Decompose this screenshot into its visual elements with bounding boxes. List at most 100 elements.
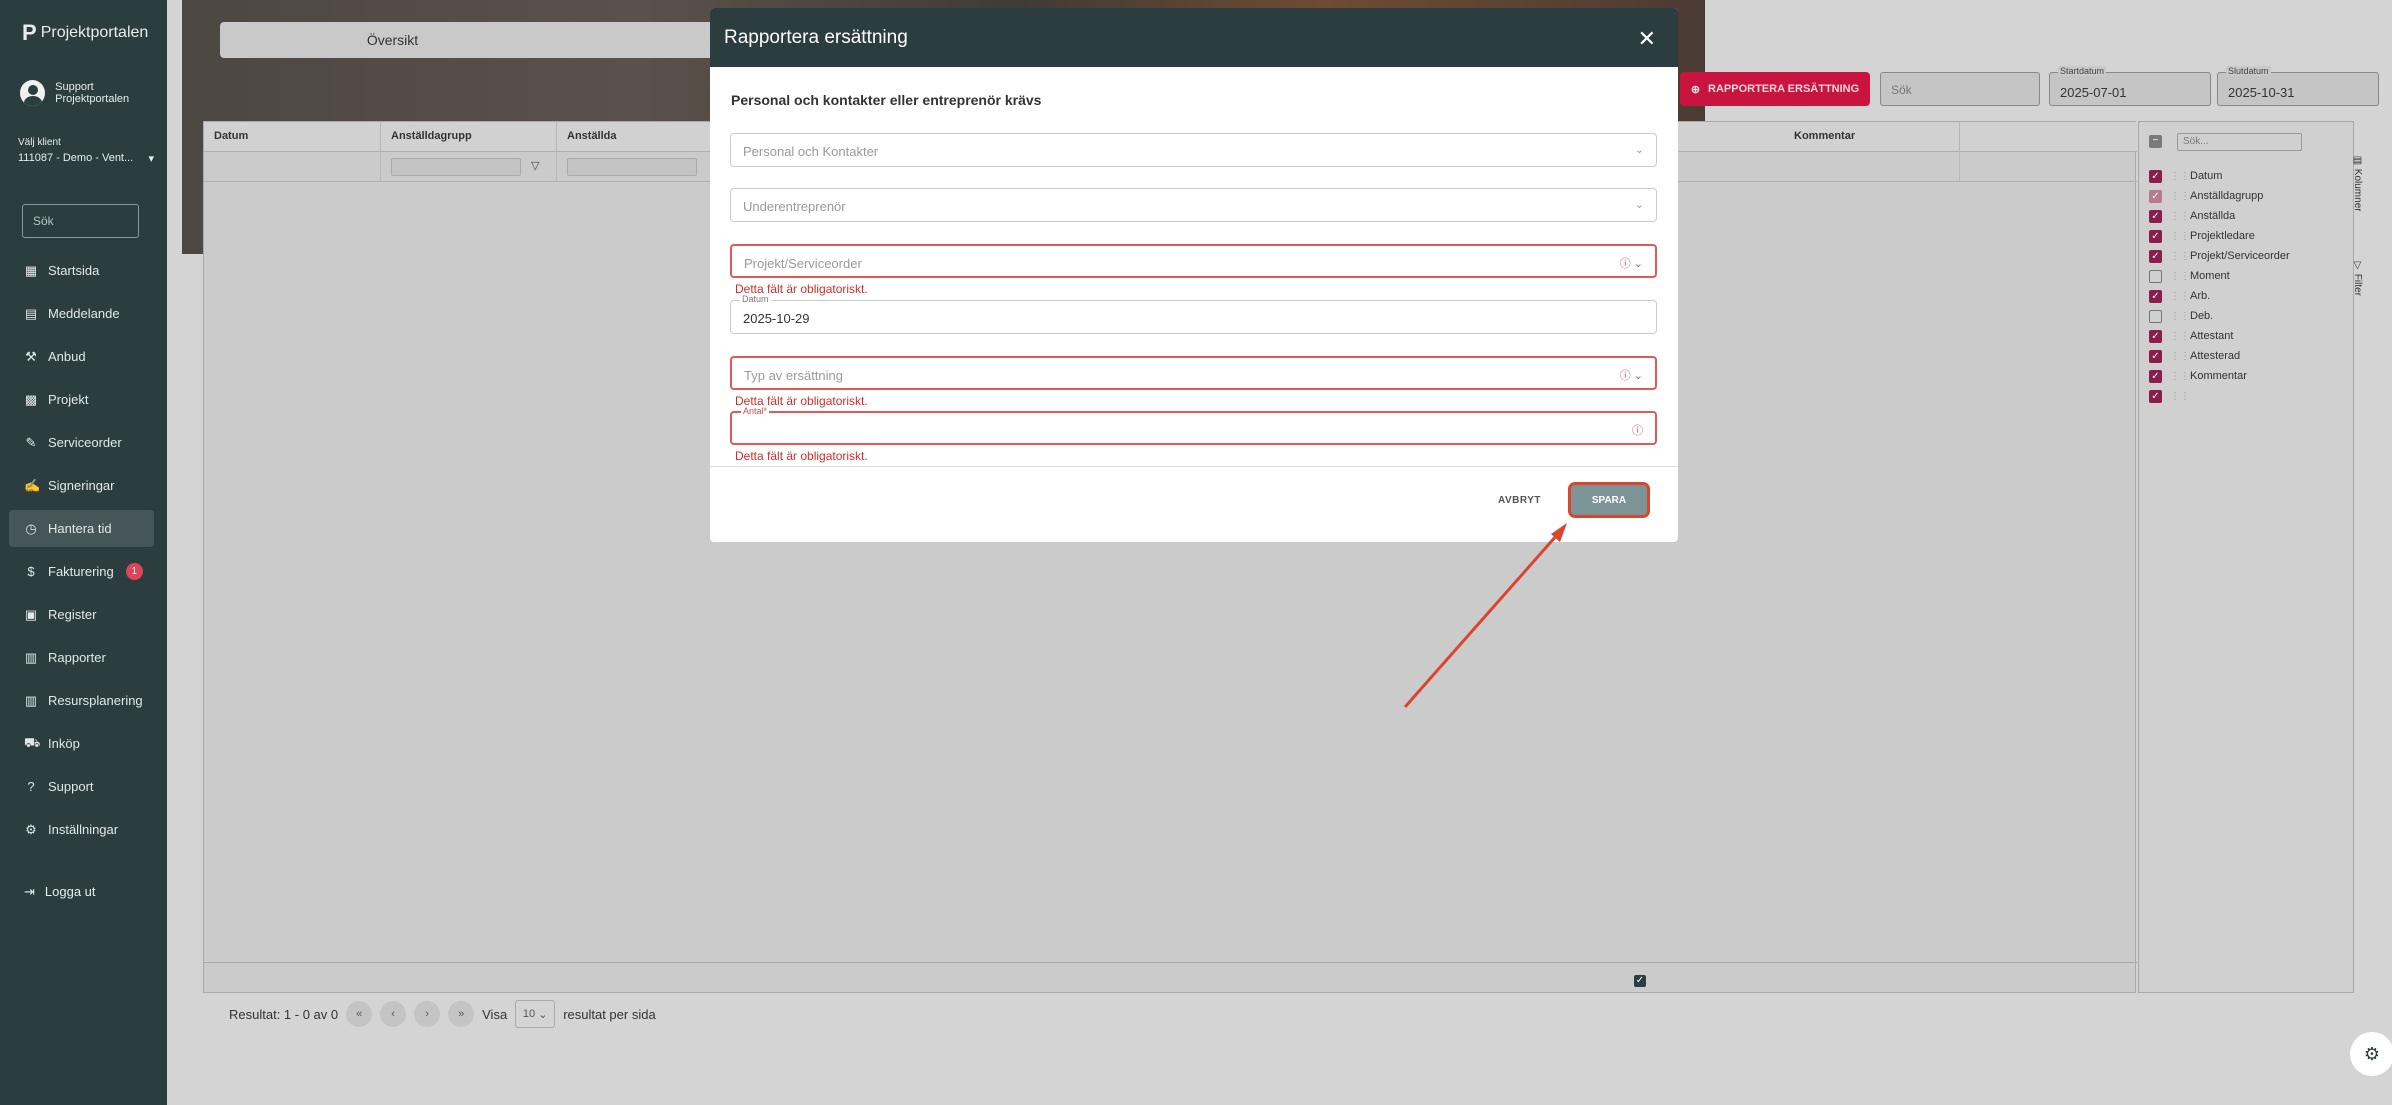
sidebar-item-anbud[interactable]: ⚒ Anbud	[9, 338, 154, 375]
checkbox[interactable]	[2149, 309, 2162, 323]
filter-icon: ▽	[2352, 260, 2363, 274]
column-toggle[interactable]: ✓ ⋮⋮ Attestant	[2149, 327, 2233, 345]
filter-icon[interactable]: ▽	[531, 159, 539, 172]
project-select[interactable]: Projekt/Serviceorder ⓘ ⌄	[730, 244, 1657, 278]
drag-handle-icon[interactable]: ⋮⋮	[2170, 271, 2190, 282]
amount-error: Detta fält är obligatoriskt.	[735, 449, 868, 463]
start-date-field[interactable]: Startdatum 2025-07-01	[2049, 66, 2211, 106]
column-toggle[interactable]: ⋮⋮ Moment	[2149, 267, 2230, 285]
column-toggle[interactable]: ⋮⋮ Deb.	[2149, 307, 2213, 325]
search-input[interactable]: Sök	[1880, 72, 2040, 106]
column-header-anstallda[interactable]: Anställda	[557, 122, 717, 151]
column-toggle[interactable]: ✓ ⋮⋮ Arb.	[2149, 287, 2210, 305]
drag-handle-icon[interactable]: ⋮⋮	[2170, 231, 2190, 242]
column-header-datum[interactable]: Datum	[204, 122, 381, 151]
first-page-icon[interactable]: «	[346, 1001, 373, 1027]
sidebar-item-installningar[interactable]: ⚙ Inställningar	[9, 811, 154, 848]
checkbox[interactable]: ✓	[2149, 229, 2162, 243]
save-button[interactable]: SPARA	[1568, 482, 1650, 518]
sidebar-item-serviceorder[interactable]: ✎ Serviceorder	[9, 424, 154, 461]
select-all-checkbox[interactable]: −	[2149, 135, 2162, 148]
client-select[interactable]: 111087 - Demo - Vent... ▾	[18, 152, 154, 165]
cart-icon: ⛟	[24, 734, 41, 750]
column-toggle[interactable]: ✓ ⋮⋮ Attesterad	[2149, 347, 2240, 365]
drag-handle-icon[interactable]: ⋮⋮	[2170, 251, 2190, 262]
column-toggle[interactable]: ✓ ⋮⋮ Projekt/Serviceorder	[2149, 247, 2290, 265]
logout-button[interactable]: ⇥ Logga ut	[24, 884, 96, 900]
drag-handle-icon[interactable]: ⋮⋮	[2170, 171, 2190, 182]
sidebar-item-inkop[interactable]: ⛟ Inköp	[9, 725, 154, 762]
logout-icon: ⇥	[24, 884, 35, 899]
subcontractor-select[interactable]: Underentreprenör ⌄	[730, 188, 1657, 222]
sidebar-item-projekt[interactable]: ▩ Projekt	[9, 381, 154, 418]
tab-columns[interactable]: ▤ Kolumner	[2352, 155, 2363, 212]
sidebar-item-hantera-tid[interactable]: ◷ Hantera tid	[9, 510, 154, 547]
checkbox[interactable]: ✓	[2149, 189, 2162, 203]
sidebar-item-support[interactable]: ? Support	[9, 768, 154, 805]
drag-handle-icon[interactable]: ⋮⋮	[2170, 211, 2190, 222]
checkbox[interactable]: ✓	[2149, 249, 2162, 263]
column-toggle[interactable]: ✓ ⋮⋮ Kommentar	[2149, 367, 2247, 385]
sidebar-item-rapporter[interactable]: ▥ Rapporter	[9, 639, 154, 676]
column-header-kommentar[interactable]: Kommentar	[1784, 122, 1960, 151]
date-field[interactable]: Datum 2025-10-29	[730, 294, 1657, 334]
report-compensation-button[interactable]: ⊕ RAPPORTERA ERSÄTTNING	[1680, 72, 1870, 106]
sidebar-item-resursplanering[interactable]: ▥ Resursplanering	[9, 682, 154, 719]
prev-page-icon[interactable]: ‹	[380, 1001, 407, 1027]
sidebar-item-register[interactable]: ▣ Register	[9, 596, 154, 633]
per-page-select[interactable]: 10 ⌄	[515, 1000, 556, 1028]
checkbox[interactable]: ✓	[2149, 329, 2162, 343]
drag-handle-icon[interactable]: ⋮⋮	[2170, 291, 2190, 302]
cancel-button[interactable]: AVBRYT	[1498, 495, 1541, 506]
column-toggle[interactable]: ✓ ⋮⋮	[2149, 387, 2190, 405]
drag-handle-icon[interactable]: ⋮⋮	[2170, 351, 2190, 362]
sidebar-search-input[interactable]: Sök	[22, 204, 139, 238]
checkbox[interactable]: ✓	[2149, 169, 2162, 183]
next-page-icon[interactable]: ›	[414, 1001, 441, 1027]
sidebar-item-label: Register	[48, 607, 97, 622]
logout-label: Logga ut	[44, 884, 96, 899]
checkbox[interactable]: ✓	[2149, 289, 2162, 303]
app-logo[interactable]: P Projektportalen	[22, 20, 148, 46]
sidebar-item-label: Meddelande	[48, 306, 120, 321]
personal-select[interactable]: Personal och Kontakter ⌄	[730, 133, 1657, 167]
sidebar-item-fakturering[interactable]: $ Fakturering 1	[9, 553, 154, 590]
end-date-field[interactable]: Slutdatum 2025-10-31	[2217, 66, 2379, 106]
checkbox[interactable]	[2149, 269, 2162, 283]
user-profile[interactable]: Support Projektportalen	[20, 80, 167, 106]
column-toggle[interactable]: ✓ ⋮⋮ Anställdagrupp	[2149, 187, 2263, 205]
wrench-icon: ✎	[25, 434, 37, 450]
calendar-icon: ▥	[24, 649, 38, 665]
per-page-value: 10	[522, 1008, 536, 1020]
last-page-icon[interactable]: »	[448, 1001, 475, 1027]
checkbox[interactable]: ✓	[2149, 389, 2162, 403]
date-value: 2025-10-29	[743, 311, 810, 326]
drag-handle-icon[interactable]: ⋮⋮	[2170, 191, 2190, 202]
column-search-input[interactable]: Sök...	[2177, 133, 2302, 151]
checkbox[interactable]: ✓	[1634, 975, 1646, 987]
sidebar-item-startsida[interactable]: ▦ Startsida	[9, 252, 154, 289]
amount-field[interactable]: Antal* ⓘ	[730, 406, 1657, 445]
column-toggle-label: Moment	[2190, 270, 2230, 282]
tab-filter[interactable]: ▽ Filter	[2352, 260, 2363, 296]
checkbox[interactable]: ✓	[2149, 349, 2162, 363]
drag-handle-icon[interactable]: ⋮⋮	[2170, 311, 2190, 322]
drag-handle-icon[interactable]: ⋮⋮	[2170, 391, 2190, 402]
filter-input[interactable]	[567, 158, 697, 176]
drag-handle-icon[interactable]: ⋮⋮	[2170, 331, 2190, 342]
checkbox[interactable]: ✓	[2149, 369, 2162, 383]
tab-oversikt[interactable]: Översikt	[220, 22, 565, 58]
compensation-type-select[interactable]: Typ av ersättning ⓘ ⌄	[730, 356, 1657, 390]
settings-fab[interactable]: ⚙	[2350, 1032, 2392, 1076]
column-header-anstalldagrupp[interactable]: Anställdagrupp	[381, 122, 557, 151]
close-icon[interactable]: ✕	[1638, 26, 1656, 52]
checkbox[interactable]: ✓	[2149, 209, 2162, 223]
column-toggle-label: Attesterad	[2190, 350, 2241, 362]
column-toggle[interactable]: ✓ ⋮⋮ Projektledare	[2149, 227, 2255, 245]
column-toggle[interactable]: ✓ ⋮⋮ Anställda	[2149, 207, 2235, 225]
drag-handle-icon[interactable]: ⋮⋮	[2170, 371, 2190, 382]
sidebar-item-meddelande[interactable]: ▤ Meddelande	[9, 295, 154, 332]
column-toggle[interactable]: ✓ ⋮⋮ Datum	[2149, 167, 2222, 185]
sidebar-item-signeringar[interactable]: ✍ Signeringar	[9, 467, 154, 504]
filter-input[interactable]	[391, 158, 521, 176]
